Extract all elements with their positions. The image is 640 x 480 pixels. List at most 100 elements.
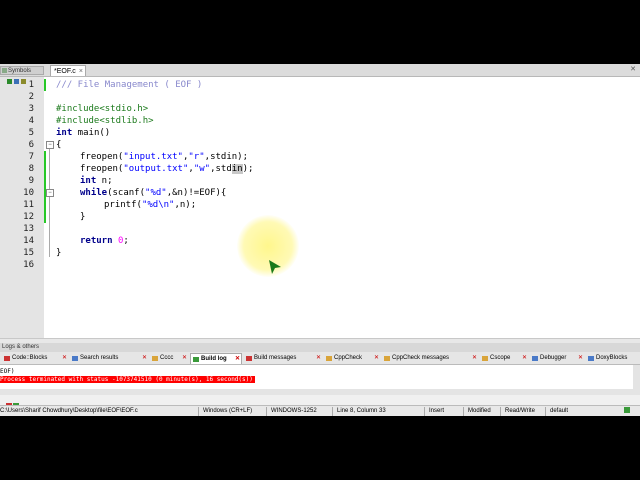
- build-messages-icon: [246, 356, 252, 361]
- line-number: 12: [23, 212, 34, 222]
- code-line-15: }: [56, 248, 62, 258]
- code-line-1: /// File Management ( EOF ): [56, 80, 203, 90]
- code-line-12: }: [80, 212, 86, 222]
- status-icon: [624, 407, 630, 413]
- doxyblocks-icon: [588, 356, 594, 361]
- build-log-output[interactable]: EOF) Process terminated with status -107…: [0, 365, 633, 389]
- status-cursor-position: Line 8, Column 33: [337, 408, 386, 414]
- tab-build-messages[interactable]: Build messages ✕: [244, 353, 322, 364]
- tab-label: *EOF.c: [54, 68, 76, 75]
- close-icon[interactable]: ✕: [578, 353, 583, 364]
- status-separator: [463, 407, 464, 416]
- debugger-icon: [532, 356, 538, 361]
- code-line-11: printf("%d\n",n);: [104, 200, 197, 210]
- cppcheck-icon: [326, 356, 332, 361]
- status-encoding: WINDOWS-1252: [271, 408, 317, 414]
- close-icon[interactable]: ✕: [472, 353, 477, 364]
- status-separator: [424, 407, 425, 416]
- tab-cscope[interactable]: Cscope ✕: [480, 353, 528, 364]
- status-profile: default: [550, 408, 569, 414]
- tab-close-icon[interactable]: ×: [79, 66, 83, 77]
- mouse-pointer-icon: [269, 260, 281, 274]
- codeblocks-window: Symbols *EOF.c × ✕ 1 2 3 4 5 6 7 8 9 10 …: [0, 64, 640, 416]
- fold-line: [49, 149, 50, 257]
- status-separator: [266, 407, 267, 416]
- line-number: 4: [28, 116, 34, 126]
- fold-toggle-icon[interactable]: −: [46, 141, 54, 149]
- fold-toggle-icon[interactable]: −: [46, 189, 54, 197]
- line-number: 14: [23, 236, 34, 246]
- code-line-8: freopen("output.txt","w",stdin);: [80, 164, 254, 174]
- line-number-gutter: 1 2 3 4 5 6 7 8 9 10 11 12 13 14 15 16: [0, 77, 44, 338]
- cppcheck-messages-icon: [384, 356, 390, 361]
- tab-cppcheck-messages[interactable]: CppCheck messages ✕: [382, 353, 478, 364]
- editor-tab-strip: Symbols *EOF.c × ✕: [0, 64, 640, 77]
- codeblocks-icon: [4, 356, 10, 361]
- status-separator: [198, 407, 199, 416]
- tab-build-log[interactable]: Build log ✕: [190, 353, 242, 364]
- line-number: 7: [28, 152, 34, 162]
- log-vertical-scrollbar[interactable]: [633, 365, 640, 389]
- line-number: 8: [28, 164, 34, 174]
- close-icon[interactable]: ✕: [316, 353, 321, 364]
- change-bar: [44, 79, 46, 91]
- close-icon[interactable]: ✕: [235, 354, 240, 365]
- status-modified: Modified: [468, 408, 491, 414]
- status-icon-bar: [624, 407, 631, 415]
- tab-doxyblocks[interactable]: DoxyBlocks: [586, 353, 638, 364]
- line-number: 6: [28, 140, 34, 150]
- code-line-5: int main(): [56, 128, 111, 138]
- line-number: 1: [28, 80, 34, 90]
- tab-cppcheck[interactable]: CppCheck ✕: [324, 353, 380, 364]
- log-error-line: Process terminated with status -10737415…: [0, 376, 255, 383]
- word-highlight: in: [231, 164, 243, 174]
- line-number: 10: [23, 188, 34, 198]
- code-line-14: return 0;: [80, 236, 129, 246]
- code-line-10: while(scanf("%d",&n)!=EOF){: [80, 188, 227, 198]
- cscope-icon: [482, 356, 488, 361]
- line-number: 11: [23, 200, 34, 210]
- line-number: 2: [28, 92, 34, 102]
- code-line-6: {: [56, 140, 62, 150]
- search-icon: [72, 356, 78, 361]
- code-line-7: freopen("input.txt","r",stdin);: [80, 152, 249, 162]
- status-insert-mode: Insert: [429, 408, 445, 414]
- status-file-path: C:\Users\Sharif Chowdhury\Desktop\file\E…: [0, 408, 138, 414]
- logs-panel-title: Logs & others: [0, 343, 640, 352]
- status-access: Read/Write: [505, 408, 535, 414]
- status-separator: [332, 407, 333, 416]
- logs-tabs: Code::Blocks ✕ Search results ✕ Cccc ✕ Buil…: [0, 352, 640, 365]
- build-log-icon: [193, 357, 199, 362]
- code-line-4: #include<stdlib.h>: [56, 116, 154, 126]
- tab-eof-c[interactable]: *EOF.c ×: [50, 65, 86, 76]
- code-line-9: int n;: [80, 176, 113, 186]
- tab-codeblocks[interactable]: Code::Blocks ✕: [2, 353, 68, 364]
- log-horizontal-scrollbar[interactable]: [0, 389, 640, 395]
- code-editor[interactable]: 1 2 3 4 5 6 7 8 9 10 11 12 13 14 15 16 −…: [0, 77, 640, 338]
- close-icon[interactable]: ✕: [142, 353, 147, 364]
- code-line-3: #include<stdio.h>: [56, 104, 149, 114]
- close-icon[interactable]: ✕: [374, 353, 379, 364]
- line-number: 13: [23, 224, 34, 234]
- tab-cccc[interactable]: Cccc ✕: [150, 353, 188, 364]
- close-icon[interactable]: ✕: [522, 353, 527, 364]
- close-icon[interactable]: ✕: [182, 353, 187, 364]
- management-panel-stub[interactable]: Symbols: [0, 66, 44, 75]
- line-number: 16: [23, 260, 34, 270]
- status-eol: Windows (CR+LF): [203, 408, 253, 414]
- line-number: 3: [28, 104, 34, 114]
- tab-debugger[interactable]: Debugger ✕: [530, 353, 584, 364]
- symbols-icon: [2, 67, 7, 73]
- line-number: 5: [28, 128, 34, 138]
- cccc-icon: [152, 356, 158, 361]
- close-icon[interactable]: ✕: [62, 353, 67, 364]
- panel-icon-bar: [6, 396, 20, 409]
- status-bar: C:\Users\Sharif Chowdhury\Desktop\file\E…: [0, 405, 640, 416]
- line-number: 15: [23, 248, 34, 258]
- status-separator: [500, 407, 501, 416]
- line-number: 9: [28, 176, 34, 186]
- close-editor-icon[interactable]: ✕: [629, 66, 637, 74]
- change-bar: [44, 151, 46, 223]
- tab-search-results[interactable]: Search results ✕: [70, 353, 148, 364]
- log-line: EOF): [0, 368, 15, 375]
